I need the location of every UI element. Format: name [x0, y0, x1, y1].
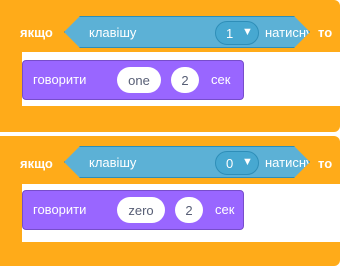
if-block-arm	[0, 52, 22, 106]
then-label: то	[318, 25, 333, 40]
if-label: якщо	[20, 156, 53, 171]
if-block-arm	[0, 184, 22, 242]
key-pressed-block[interactable]: клавішу 0 ▼ натиснуто?	[64, 146, 310, 178]
key-pressed-block[interactable]: клавішу 1 ▼ натиснуто?	[64, 16, 310, 48]
if-block-bottom	[0, 106, 340, 132]
say-seconds-input[interactable]: 2	[175, 197, 203, 223]
say-for-secs-block[interactable]: говорити one 2 сек	[22, 60, 244, 100]
say-seconds-input[interactable]: 2	[171, 67, 199, 93]
if-block-1[interactable]: якщо клавішу 1 ▼ натиснуто? то говорити …	[0, 0, 340, 132]
if-label: якщо	[20, 25, 53, 40]
key-dropdown-value: 0	[226, 156, 234, 171]
say-unit-label: сек	[211, 72, 231, 87]
key-pressed-prefix: клавішу	[89, 25, 137, 40]
say-message-input[interactable]: zero	[117, 197, 165, 223]
key-dropdown[interactable]: 1 ▼	[215, 21, 259, 45]
key-pressed-prefix: клавішу	[89, 155, 137, 170]
if-block-2[interactable]: якщо клавішу 0 ▼ натиснуто? то говорити …	[0, 136, 340, 266]
if-block-bottom	[0, 242, 340, 266]
then-label: то	[318, 156, 333, 171]
say-unit-label: сек	[215, 202, 235, 217]
say-message-input[interactable]: one	[117, 67, 161, 93]
chevron-down-icon: ▼	[242, 26, 253, 38]
say-for-secs-block[interactable]: говорити zero 2 сек	[22, 190, 244, 230]
key-dropdown-value: 1	[226, 26, 234, 41]
say-label: говорити	[33, 202, 87, 217]
chevron-down-icon: ▼	[242, 156, 253, 168]
key-dropdown[interactable]: 0 ▼	[215, 151, 259, 175]
say-label: говорити	[33, 72, 87, 87]
